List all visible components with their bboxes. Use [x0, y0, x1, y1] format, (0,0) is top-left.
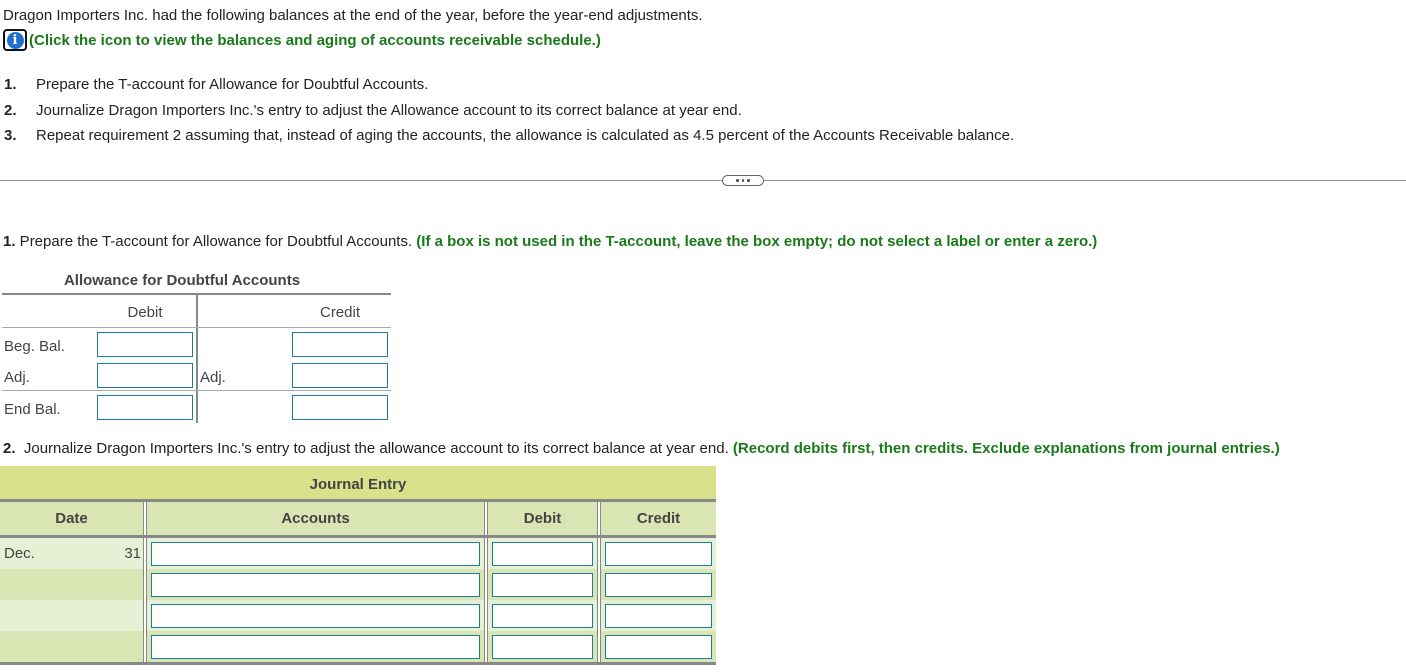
date-cell: Dec. 31	[0, 538, 143, 569]
journal-bottom-rule	[0, 662, 716, 665]
account-input[interactable]	[151, 604, 480, 628]
requirement-item: 1. Prepare the T-account for Allowance f…	[4, 72, 1014, 98]
t-account-row: Beg. Bal.	[2, 328, 391, 359]
row-label: Adj.	[4, 369, 30, 386]
journal-row	[0, 600, 716, 631]
journal-row	[0, 631, 716, 662]
credit-cell	[601, 569, 716, 600]
adj-debit-input[interactable]	[97, 363, 193, 388]
debit-input[interactable]	[492, 542, 593, 566]
requirement-text: Prepare the T-account for Allowance for …	[36, 76, 429, 94]
question-text: Journalize Dragon Importers Inc.'s entry…	[15, 440, 733, 457]
date-cell	[0, 631, 143, 662]
row-label: End Bal.	[4, 401, 61, 418]
t-account-header: Debit Credit	[2, 295, 391, 328]
question-instruction: (If a box is not used in the T-account, …	[416, 233, 1098, 250]
credit-cell	[601, 631, 716, 662]
ellipsis-dot-icon	[741, 179, 745, 182]
debit-header: Debit	[523, 510, 562, 527]
row-label: Beg. Bal.	[4, 338, 65, 355]
question-text: Prepare the T-account for Allowance for …	[15, 233, 417, 250]
debit-input[interactable]	[492, 635, 593, 659]
question-number: 1.	[3, 233, 16, 250]
requirements-list: 1. Prepare the T-account for Allowance f…	[4, 72, 1014, 149]
account-input[interactable]	[151, 573, 480, 597]
row-label-credit: Adj.	[200, 369, 226, 386]
date-day: 31	[124, 545, 141, 562]
beg-bal-credit-input[interactable]	[292, 332, 388, 357]
credit-input[interactable]	[605, 573, 712, 597]
journal-title: Journal Entry	[0, 466, 716, 502]
info-icon[interactable]: i	[3, 29, 27, 51]
journal-row: Dec. 31	[0, 538, 716, 569]
beg-bal-debit-input[interactable]	[97, 332, 193, 357]
adj-credit-input[interactable]	[292, 363, 388, 388]
journal-header-row: Date Accounts Debit Credit	[0, 502, 716, 538]
account-cell	[147, 631, 484, 662]
t-account-row: End Bal.	[2, 391, 391, 422]
account-cell	[147, 538, 484, 569]
journal-entry-table: Journal Entry Date Accounts Debit Credit…	[0, 466, 716, 665]
date-header: Date	[55, 510, 88, 527]
t-account-row: Adj. Adj.	[2, 359, 391, 391]
requirement-number: 2.	[4, 101, 17, 119]
credit-cell	[601, 600, 716, 631]
date-month: Dec.	[4, 545, 35, 562]
info-link-text: (Click the icon to view the balances and…	[29, 31, 601, 49]
ellipsis-dot-icon	[736, 179, 739, 182]
ellipsis-dot-icon	[747, 179, 750, 182]
question-instruction: (Record debits first, then credits. Excl…	[732, 440, 1280, 457]
account-input[interactable]	[151, 635, 480, 659]
credit-input[interactable]	[605, 604, 712, 628]
account-input[interactable]	[151, 542, 480, 566]
requirement-item: 2. Journalize Dragon Importers Inc.'s en…	[4, 98, 1014, 124]
account-cell	[147, 600, 484, 631]
debit-cell	[488, 600, 597, 631]
date-cell	[0, 600, 143, 631]
end-bal-credit-input[interactable]	[292, 395, 388, 420]
expand-more-button[interactable]	[722, 175, 764, 186]
requirement-number: 3.	[4, 127, 17, 145]
debit-cell	[488, 631, 597, 662]
debit-cell	[488, 569, 597, 600]
credit-input[interactable]	[605, 542, 712, 566]
question-2-prompt: 2. Journalize Dragon Importers Inc.'s en…	[3, 440, 1280, 457]
credit-header: Credit	[636, 510, 681, 527]
debit-input[interactable]	[492, 604, 593, 628]
question-number: 2.	[3, 440, 16, 457]
question-1-prompt: 1. Prepare the T-account for Allowance f…	[3, 233, 1097, 250]
t-account: Allowance for Doubtful Accounts Debit Cr…	[2, 271, 391, 423]
debit-input[interactable]	[492, 573, 593, 597]
account-cell	[147, 569, 484, 600]
requirement-text: Journalize Dragon Importers Inc.'s entry…	[36, 101, 742, 119]
requirement-text: Repeat requirement 2 assuming that, inst…	[36, 127, 1015, 145]
debit-cell	[488, 538, 597, 569]
accounts-header: Accounts	[281, 510, 350, 527]
date-cell	[0, 569, 143, 600]
journal-row	[0, 569, 716, 600]
credit-header: Credit	[319, 304, 360, 321]
requirement-number: 1.	[4, 76, 17, 94]
credit-input[interactable]	[605, 635, 712, 659]
end-bal-debit-input[interactable]	[97, 395, 193, 420]
t-account-title: Allowance for Doubtful Accounts	[63, 272, 301, 289]
info-line: i (Click the icon to view the balances a…	[3, 29, 601, 51]
section-divider	[0, 180, 1406, 181]
credit-cell	[601, 538, 716, 569]
requirement-item: 3. Repeat requirement 2 assuming that, i…	[4, 123, 1014, 149]
problem-intro: Dragon Importers Inc. had the following …	[3, 7, 703, 24]
debit-header: Debit	[127, 304, 163, 321]
